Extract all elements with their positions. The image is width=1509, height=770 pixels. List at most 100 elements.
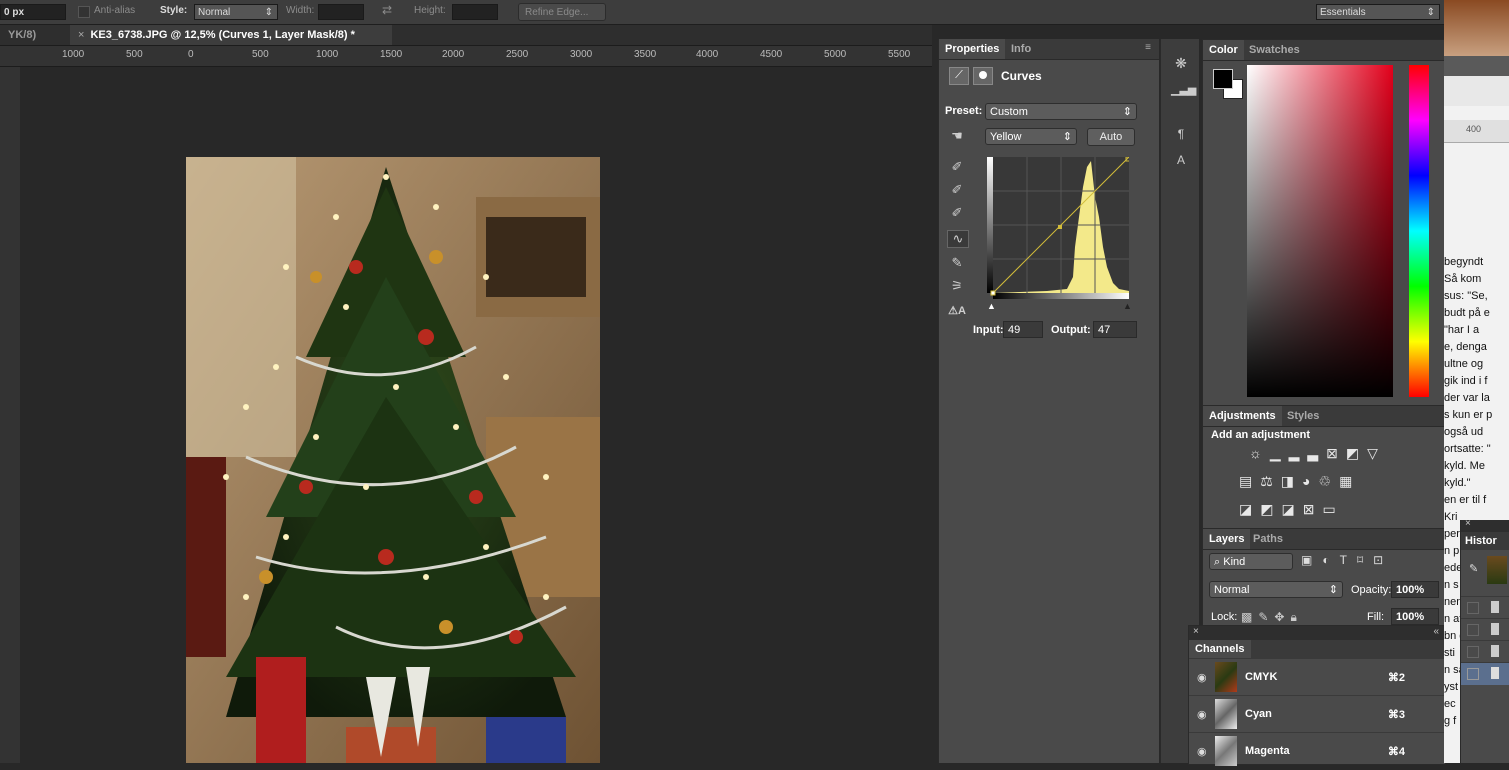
tab-adjustments[interactable]: Adjustments: [1203, 406, 1282, 426]
tab-channels[interactable]: Channels: [1189, 640, 1251, 658]
vibrance-icon[interactable]: ▽: [1367, 445, 1386, 461]
paragraph-icon[interactable]: ¶: [1171, 127, 1191, 141]
curve-point-tool-icon[interactable]: ∿: [947, 230, 969, 248]
threshold-icon[interactable]: ◪: [1281, 501, 1302, 517]
auto-button[interactable]: Auto: [1087, 128, 1135, 146]
channel-select[interactable]: Yellow ⇕: [985, 128, 1077, 145]
channel-row[interactable]: ◉ Cyan ⌘3: [1189, 695, 1445, 733]
history-state[interactable]: [1461, 618, 1509, 641]
tab-swatches[interactable]: Swatches: [1243, 40, 1306, 60]
curves-graph[interactable]: [987, 156, 1131, 299]
close-icon[interactable]: ×: [1465, 518, 1471, 529]
posterize-icon[interactable]: ◩: [1260, 501, 1281, 517]
tab-color[interactable]: Color: [1203, 40, 1244, 60]
history-state[interactable]: [1461, 596, 1509, 619]
swap-icon[interactable]: ⇄: [382, 3, 392, 17]
pixel-filter-icon[interactable]: ▣: [1301, 553, 1322, 567]
shape-filter-icon[interactable]: ⌑: [1357, 553, 1373, 567]
style-select[interactable]: Normal ⇕: [194, 4, 278, 20]
height-field[interactable]: [452, 4, 498, 20]
channel-mixer-icon[interactable]: ♲: [1319, 473, 1340, 489]
fill-field[interactable]: 100%: [1391, 608, 1439, 625]
lock-transparent-icon[interactable]: ▩: [1241, 610, 1258, 624]
black-eyedropper-icon[interactable]: ✐: [947, 159, 967, 175]
channel-row[interactable]: ◉ CMYK ⌘2: [1189, 658, 1445, 696]
color-balance-icon[interactable]: ⚖: [1260, 473, 1281, 489]
document-tab-previous[interactable]: YK/8): [0, 25, 44, 45]
blend-mode-select[interactable]: Normal ⇕: [1209, 581, 1343, 598]
hue-saturation-icon[interactable]: ▤: [1239, 473, 1260, 489]
mask-icon[interactable]: [973, 67, 993, 85]
adjustment-title: Curves: [1001, 69, 1042, 83]
selective-color-icon[interactable]: ⊠: [1303, 501, 1323, 517]
color-lookup-icon[interactable]: ▦: [1339, 473, 1360, 489]
channels-titlebar[interactable]: × «: [1189, 626, 1445, 640]
preset-select[interactable]: Custom ⇕: [985, 103, 1137, 120]
smart-object-filter-icon[interactable]: ⊡: [1373, 553, 1393, 567]
visibility-eye-icon[interactable]: ◉: [1197, 671, 1207, 684]
levels-icon[interactable]: ▁▂▃: [1270, 445, 1326, 461]
invert-icon[interactable]: ◪: [1239, 501, 1260, 517]
history-state[interactable]: [1461, 640, 1509, 663]
document-text-line: n p: [1444, 545, 1460, 557]
close-tab-icon[interactable]: ×: [78, 29, 84, 41]
feather-field[interactable]: 0 px: [0, 4, 66, 20]
curves-icon: ⟋: [949, 67, 969, 85]
channel-row[interactable]: ◉ Magenta ⌘4: [1189, 732, 1445, 770]
character-icon[interactable]: A: [1171, 153, 1191, 167]
refine-edge-button[interactable]: Refine Edge...: [518, 3, 606, 21]
visibility-eye-icon[interactable]: ◉: [1197, 745, 1207, 758]
antialias-checkbox[interactable]: [78, 6, 90, 18]
clipping-warning-icon[interactable]: ⚠A: [947, 304, 967, 320]
white-eyedropper-icon[interactable]: ✐: [947, 205, 967, 221]
histogram-icon[interactable]: ▁▃▅: [1171, 83, 1196, 96]
document-text-line: yst: [1444, 681, 1459, 693]
gray-eyedropper-icon[interactable]: ✐: [947, 182, 967, 198]
output-field[interactable]: 47: [1093, 321, 1137, 338]
tab-info[interactable]: Info: [1005, 39, 1037, 59]
brush-presets-icon[interactable]: ❋: [1171, 55, 1191, 72]
hue-slider[interactable]: [1409, 65, 1429, 397]
black-point-slider-icon[interactable]: ▲: [987, 301, 996, 311]
photo-filter-icon[interactable]: ◕: [1302, 473, 1318, 489]
workspace-select[interactable]: Essentials ⇕: [1316, 4, 1440, 20]
curves-adjust-icon[interactable]: ⊠: [1326, 445, 1346, 461]
visibility-eye-icon[interactable]: ◉: [1197, 708, 1207, 721]
black-white-icon[interactable]: ◨: [1281, 473, 1302, 489]
history-snapshot[interactable]: ✎: [1461, 552, 1509, 588]
snapshot-thumbnail: [1487, 556, 1507, 584]
ruler-tick: 5000: [824, 49, 847, 60]
document-tab-active[interactable]: × KE3_6738.JPG @ 12,5% (Curves 1, Layer M…: [70, 25, 392, 45]
lock-position-icon[interactable]: ✥: [1274, 610, 1290, 624]
pencil-tool-icon[interactable]: ✎: [947, 255, 967, 271]
exposure-icon[interactable]: ◩: [1346, 445, 1367, 461]
opacity-field[interactable]: 100%: [1391, 581, 1439, 598]
lock-all-icon[interactable]: 🔒︎: [1290, 610, 1302, 624]
adjustment-filter-icon[interactable]: ◐: [1322, 553, 1339, 567]
collapse-icon[interactable]: «: [1433, 626, 1439, 637]
color-field[interactable]: [1247, 65, 1393, 397]
close-icon[interactable]: ×: [1193, 626, 1199, 637]
lock-pixels-icon[interactable]: ✎: [1258, 610, 1274, 624]
panel-menu-icon[interactable]: ≡: [1145, 42, 1151, 53]
document-image[interactable]: [186, 157, 600, 763]
brightness-icon[interactable]: ☼: [1249, 445, 1270, 461]
history-state-selected[interactable]: [1461, 662, 1509, 685]
foreground-color-swatch[interactable]: [1213, 69, 1233, 89]
type-filter-icon[interactable]: T: [1340, 553, 1357, 567]
target-adjust-icon[interactable]: ☚: [947, 128, 967, 144]
tab-styles[interactable]: Styles: [1281, 406, 1325, 426]
tab-layers[interactable]: Layers: [1203, 529, 1251, 549]
document-tab-bar: YK/8) × KE3_6738.JPG @ 12,5% (Curves 1, L…: [0, 25, 932, 46]
input-field[interactable]: 49: [1003, 321, 1043, 338]
gradient-map-icon[interactable]: ▭: [1322, 501, 1343, 517]
tab-history[interactable]: Histor: [1465, 535, 1497, 547]
width-field[interactable]: [318, 4, 364, 20]
white-point-slider-icon[interactable]: ▲: [1123, 301, 1132, 311]
smooth-curve-icon[interactable]: ⚞: [947, 278, 967, 294]
document-text-line: "har I a: [1444, 324, 1480, 336]
tab-paths[interactable]: Paths: [1247, 529, 1289, 549]
tab-properties[interactable]: Properties: [939, 39, 1006, 59]
history-titlebar[interactable]: ×: [1461, 518, 1509, 532]
layer-filter-select[interactable]: ⌕ Kind: [1209, 553, 1293, 570]
